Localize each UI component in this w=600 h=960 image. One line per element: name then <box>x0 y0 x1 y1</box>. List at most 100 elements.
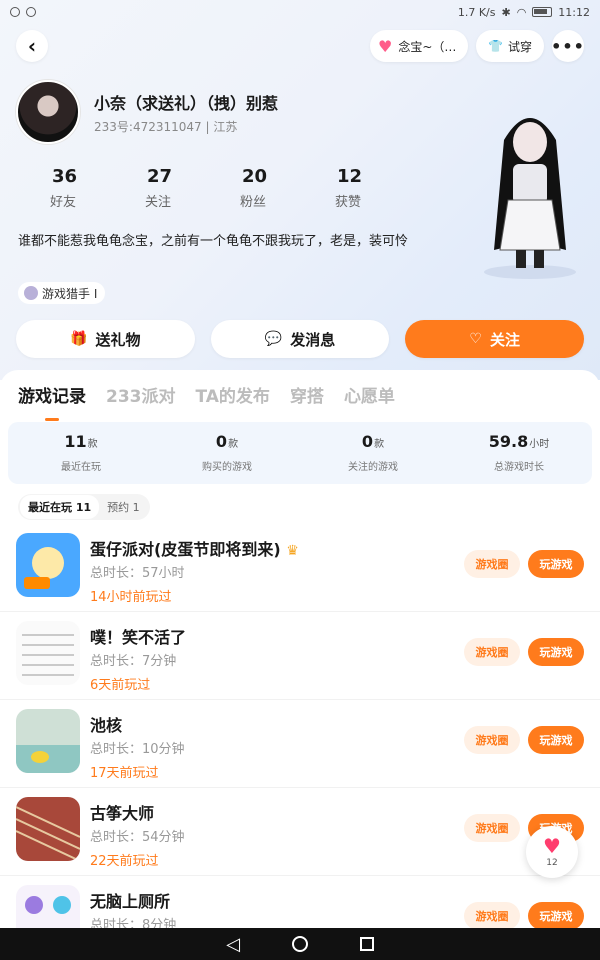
stat-value: 27 <box>147 166 173 187</box>
wifi-icon: ◠ <box>516 5 527 19</box>
game-circle-button[interactable]: 游戏圈 <box>464 726 520 754</box>
stat-fans[interactable]: 20 粉丝 <box>216 166 311 210</box>
stat-following[interactable]: 27 关注 <box>121 166 216 210</box>
stat-value: 36 <box>52 166 78 187</box>
list-item[interactable]: 池核 总时长：10分钟 17天前玩过 游戏圈 玩游戏 <box>0 700 600 788</box>
stat-likes[interactable]: 12 获赞 <box>311 166 406 210</box>
game-last-played: 14小时前玩过 <box>90 590 172 605</box>
shirt-icon: 👕 <box>488 39 503 53</box>
filter-recent[interactable]: 最近在玩 11 <box>20 495 100 519</box>
game-circle-button[interactable]: 游戏圈 <box>464 814 520 842</box>
like-count: 12 <box>546 858 558 868</box>
stat-friends[interactable]: 36 好友 <box>26 166 121 210</box>
tab-wishlist[interactable]: 心愿单 <box>344 382 395 407</box>
summary-label: 总游戏时长 <box>494 462 544 473</box>
list-item[interactable]: 蛋仔派对(皮蛋节即将到来) ♛ 总时长：57小时 14小时前玩过 游戏圈 玩游戏 <box>0 524 600 612</box>
tab-game-records[interactable]: 游戏记录 <box>18 382 86 421</box>
game-list: 蛋仔派对(皮蛋节即将到来) ♛ 总时长：57小时 14小时前玩过 游戏圈 玩游戏… <box>0 524 600 960</box>
gift-icon: 🎁 <box>70 331 88 347</box>
follow-button[interactable]: ♡ 关注 <box>405 320 585 358</box>
game-title: 池核 <box>90 716 123 735</box>
game-duration: 总时长：57小时 <box>90 566 185 581</box>
back-triangle-icon[interactable]: ◁ <box>226 934 240 955</box>
tab-label: 233派对 <box>106 387 176 407</box>
tab-label: TA的发布 <box>195 387 270 407</box>
top-nav: ‹ ♥ 念宝~（… 👕 试穿 ••• <box>0 28 600 68</box>
game-last-played: 17天前玩过 <box>90 766 159 781</box>
summary-value: 0 <box>361 432 374 451</box>
tab-label: 游戏记录 <box>18 387 86 407</box>
more-button[interactable]: ••• <box>551 30 585 62</box>
achievement-tag[interactable]: 游戏猎手 I <box>18 282 106 304</box>
try-on-button[interactable]: 👕 试穿 <box>476 30 544 62</box>
tab-indicator <box>45 418 59 421</box>
network-speed: 1.7 K/s <box>457 5 496 19</box>
back-button[interactable]: ‹ <box>16 30 48 62</box>
tab-posts[interactable]: TA的发布 <box>196 382 270 407</box>
play-game-button[interactable]: 玩游戏 <box>528 550 584 578</box>
send-gift-label: 送礼物 <box>95 330 141 349</box>
play-game-button[interactable]: 玩游戏 <box>528 638 584 666</box>
tag-label: 游戏猎手 I <box>42 286 98 301</box>
summary-purchased[interactable]: 0款 购买的游戏 <box>154 422 300 484</box>
summary-unit: 款 <box>87 439 98 450</box>
app-notification-icon <box>26 7 36 17</box>
battery-icon <box>532 7 553 17</box>
tab-outfits[interactable]: 穿搭 <box>290 382 324 407</box>
send-gift-button[interactable]: 🎁 送礼物 <box>16 320 195 358</box>
figure-leg-left <box>516 250 526 268</box>
stat-value: 12 <box>337 166 363 187</box>
figure-leg-right <box>534 250 544 268</box>
more-icon: ••• <box>551 36 585 56</box>
clock: 11:12 <box>558 5 590 19</box>
game-summary: 11款 最近在玩 0款 购买的游戏 0款 关注的游戏 59.8小时 总游戏时长 <box>8 422 592 484</box>
crown-icon: ♛ <box>286 543 299 559</box>
summary-value: 59.8 <box>488 432 529 451</box>
try-on-label: 试穿 <box>507 39 532 54</box>
stat-label: 粉丝 <box>240 195 267 210</box>
user-region: 江苏 <box>213 120 238 134</box>
list-item[interactable]: 噗！笑不活了 总时长：7分钟 6天前玩过 游戏圈 玩游戏 <box>0 612 600 700</box>
game-circle-button[interactable]: 游戏圈 <box>464 638 520 666</box>
play-game-button[interactable]: 玩游戏 <box>528 902 584 930</box>
user-id: 233号:472311047 <box>94 120 202 134</box>
game-title: 噗！笑不活了 <box>90 628 187 647</box>
summary-value: 0 <box>215 432 228 451</box>
stat-label: 关注 <box>145 195 172 210</box>
summary-total-time[interactable]: 59.8小时 总游戏时长 <box>446 422 592 484</box>
game-duration: 总时长：10分钟 <box>90 742 185 757</box>
pet-button[interactable]: ♥ 念宝~（… <box>370 30 468 62</box>
avatar-3d-figure[interactable] <box>470 100 590 280</box>
home-icon[interactable] <box>291 936 308 952</box>
game-circle-button[interactable]: 游戏圈 <box>464 550 520 578</box>
status-bar: 1.7 K/s ✱ ◠ 11:12 <box>0 0 600 24</box>
send-message-button[interactable]: 💬 发消息 <box>210 320 390 358</box>
game-title-text: 蛋仔派对(皮蛋节即将到来) <box>90 540 281 559</box>
follow-label: 关注 <box>489 330 520 349</box>
avatar[interactable] <box>16 80 80 144</box>
stat-value: 20 <box>242 166 268 187</box>
summary-recent[interactable]: 11款 最近在玩 <box>8 422 154 484</box>
summary-followed[interactable]: 0款 关注的游戏 <box>300 422 446 484</box>
wechat-icon <box>10 7 20 17</box>
play-game-button[interactable]: 玩游戏 <box>528 726 584 754</box>
bio: 谁都不能惹我龟龟念宝，之前有一个龟龟不跟我玩了，老是，装可怜 <box>18 234 409 249</box>
filter-reserve[interactable]: 预约 1 <box>99 495 148 519</box>
bluetooth-icon: ✱ <box>501 5 511 19</box>
game-duration: 总时长：7分钟 <box>90 654 177 669</box>
content-sheet: 游戏记录 233派对 TA的发布 穿搭 心愿单 11款 最近在玩 0款 购买的游… <box>0 370 600 949</box>
summary-value: 11 <box>64 432 87 451</box>
tab-label: 心愿单 <box>343 387 395 407</box>
tab-party[interactable]: 233派对 <box>106 382 176 407</box>
recents-icon[interactable] <box>359 937 374 951</box>
game-circle-button[interactable]: 游戏圈 <box>464 902 520 930</box>
list-item[interactable]: 古筝大师 总时长：54分钟 22天前玩过 游戏圈 玩游戏 <box>0 788 600 876</box>
chevron-left-icon: ‹ <box>27 34 37 58</box>
pet-label: 念宝~（… <box>398 39 457 54</box>
figure-torso <box>513 164 547 204</box>
filter-chips: 最近在玩 11 预约 1 <box>18 494 150 520</box>
floating-like-button[interactable]: ♥ 12 <box>526 826 578 878</box>
stat-label: 好友 <box>50 195 77 210</box>
chat-bubble-icon: 💬 <box>264 331 283 347</box>
username: 小奈（求送礼）（拽）别惹 <box>94 94 279 113</box>
